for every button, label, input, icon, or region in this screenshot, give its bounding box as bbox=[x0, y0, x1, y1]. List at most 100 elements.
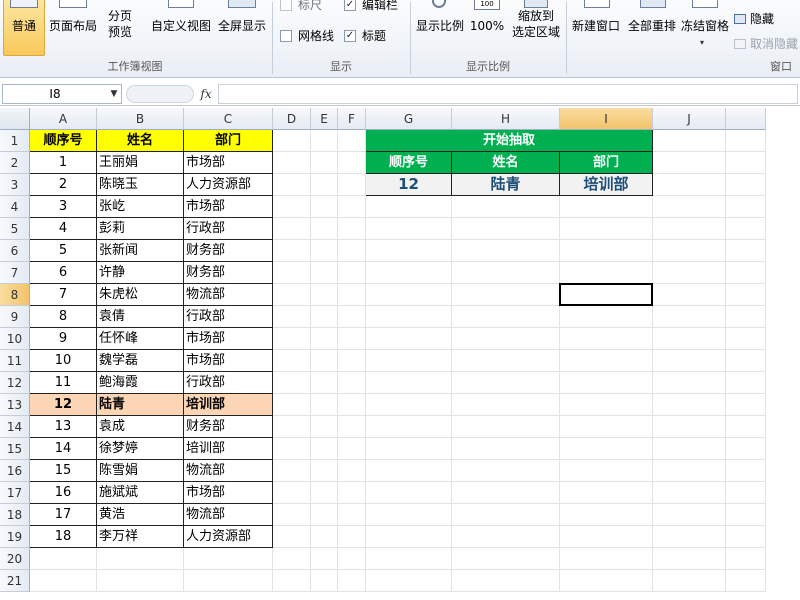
column-header-A[interactable]: A bbox=[30, 108, 97, 130]
cell[interactable] bbox=[726, 306, 766, 328]
page-break-preview-button[interactable]: 分页 预览 bbox=[100, 8, 140, 52]
cell[interactable] bbox=[366, 306, 452, 328]
cell[interactable] bbox=[452, 548, 560, 570]
table-cell[interactable]: 财务部 bbox=[184, 240, 273, 262]
draw-header-cell[interactable]: 顺序号 bbox=[366, 152, 452, 174]
table-cell[interactable]: 人力资源部 bbox=[184, 526, 273, 548]
row-header-13[interactable]: 13 bbox=[0, 394, 30, 416]
draw-result-cell[interactable]: 培训部 bbox=[560, 174, 653, 196]
cell[interactable] bbox=[311, 460, 338, 482]
cell[interactable] bbox=[366, 240, 452, 262]
table-cell[interactable]: 16 bbox=[30, 482, 97, 504]
table-cell[interactable]: 4 bbox=[30, 218, 97, 240]
cell[interactable] bbox=[653, 416, 726, 438]
cell[interactable] bbox=[273, 438, 311, 460]
cell[interactable] bbox=[311, 570, 338, 592]
cell[interactable] bbox=[338, 504, 366, 526]
cell[interactable] bbox=[560, 548, 653, 570]
cell[interactable] bbox=[452, 438, 560, 460]
cell[interactable] bbox=[273, 482, 311, 504]
table-cell[interactable]: 14 bbox=[30, 438, 97, 460]
cell[interactable] bbox=[338, 526, 366, 548]
table-cell[interactable]: 行政部 bbox=[184, 306, 273, 328]
headings-checkbox[interactable]: ✓ 标题 bbox=[344, 27, 386, 44]
cell[interactable] bbox=[273, 394, 311, 416]
zoom-100-button[interactable]: 100% bbox=[468, 8, 506, 34]
cell[interactable] bbox=[452, 240, 560, 262]
cell[interactable] bbox=[653, 174, 726, 196]
cell[interactable] bbox=[653, 526, 726, 548]
table-header-cell[interactable]: 姓名 bbox=[97, 130, 184, 152]
cell[interactable] bbox=[311, 438, 338, 460]
cell[interactable] bbox=[653, 218, 726, 240]
cell[interactable] bbox=[366, 482, 452, 504]
cell[interactable] bbox=[653, 328, 726, 350]
table-cell[interactable]: 6 bbox=[30, 262, 97, 284]
zoom-to-selection-button[interactable]: 缩放到 选定区域 bbox=[508, 8, 564, 52]
cell[interactable] bbox=[653, 372, 726, 394]
cell[interactable] bbox=[311, 130, 338, 152]
cell[interactable] bbox=[560, 526, 653, 548]
cell[interactable] bbox=[311, 152, 338, 174]
cell[interactable] bbox=[560, 284, 653, 306]
draw-result-cell[interactable]: 陆青 bbox=[452, 174, 560, 196]
cell[interactable] bbox=[726, 218, 766, 240]
table-cell[interactable]: 张新闻 bbox=[97, 240, 184, 262]
cell[interactable] bbox=[366, 394, 452, 416]
table-cell[interactable]: 袁成 bbox=[97, 416, 184, 438]
cell[interactable] bbox=[726, 262, 766, 284]
cell[interactable] bbox=[560, 570, 653, 592]
cell[interactable] bbox=[338, 460, 366, 482]
table-cell[interactable]: 市场部 bbox=[184, 152, 273, 174]
cell[interactable] bbox=[311, 196, 338, 218]
cell[interactable] bbox=[560, 328, 653, 350]
row-header-3[interactable]: 3 bbox=[0, 174, 30, 196]
cell[interactable] bbox=[273, 460, 311, 482]
cell[interactable] bbox=[726, 240, 766, 262]
cell[interactable] bbox=[338, 570, 366, 592]
cell[interactable] bbox=[273, 130, 311, 152]
cell[interactable] bbox=[273, 152, 311, 174]
cell[interactable] bbox=[311, 372, 338, 394]
gridlines-checkbox[interactable]: 网格线 bbox=[280, 27, 334, 44]
column-header-C[interactable]: C bbox=[184, 108, 273, 130]
cell[interactable] bbox=[452, 328, 560, 350]
table-cell[interactable]: 财务部 bbox=[184, 416, 273, 438]
cell[interactable] bbox=[726, 350, 766, 372]
table-cell[interactable]: 鲍海霞 bbox=[97, 372, 184, 394]
column-header-blank[interactable] bbox=[726, 108, 766, 130]
unhide-window-button[interactable]: 取消隐藏 bbox=[734, 35, 798, 52]
table-cell[interactable]: 袁倩 bbox=[97, 306, 184, 328]
cell[interactable] bbox=[560, 306, 653, 328]
row-header-7[interactable]: 7 bbox=[0, 262, 30, 284]
table-cell[interactable]: 魏学磊 bbox=[97, 350, 184, 372]
row-header-6[interactable]: 6 bbox=[0, 240, 30, 262]
cell[interactable] bbox=[452, 306, 560, 328]
cell[interactable] bbox=[273, 570, 311, 592]
cell[interactable] bbox=[726, 284, 766, 306]
cell[interactable] bbox=[273, 416, 311, 438]
row-header-12[interactable]: 12 bbox=[0, 372, 30, 394]
table-cell[interactable]: 17 bbox=[30, 504, 97, 526]
row-header-2[interactable]: 2 bbox=[0, 152, 30, 174]
cell[interactable] bbox=[653, 548, 726, 570]
cell[interactable] bbox=[338, 350, 366, 372]
draw-result-cell[interactable]: 12 bbox=[366, 174, 452, 196]
cell[interactable] bbox=[452, 504, 560, 526]
cell[interactable] bbox=[452, 416, 560, 438]
cell[interactable] bbox=[726, 482, 766, 504]
formula-bar-checkbox[interactable]: ✓ 编辑栏 bbox=[344, 0, 398, 13]
table-cell[interactable]: 李万祥 bbox=[97, 526, 184, 548]
cell[interactable] bbox=[653, 306, 726, 328]
table-cell[interactable]: 9 bbox=[30, 328, 97, 350]
cell[interactable] bbox=[653, 394, 726, 416]
cell[interactable] bbox=[560, 218, 653, 240]
cell[interactable] bbox=[726, 174, 766, 196]
cell[interactable] bbox=[366, 504, 452, 526]
select-all-corner[interactable] bbox=[0, 108, 30, 130]
cell[interactable] bbox=[273, 372, 311, 394]
cell[interactable] bbox=[560, 416, 653, 438]
cell[interactable] bbox=[452, 218, 560, 240]
cell[interactable] bbox=[338, 174, 366, 196]
table-cell[interactable]: 任怀峰 bbox=[97, 328, 184, 350]
